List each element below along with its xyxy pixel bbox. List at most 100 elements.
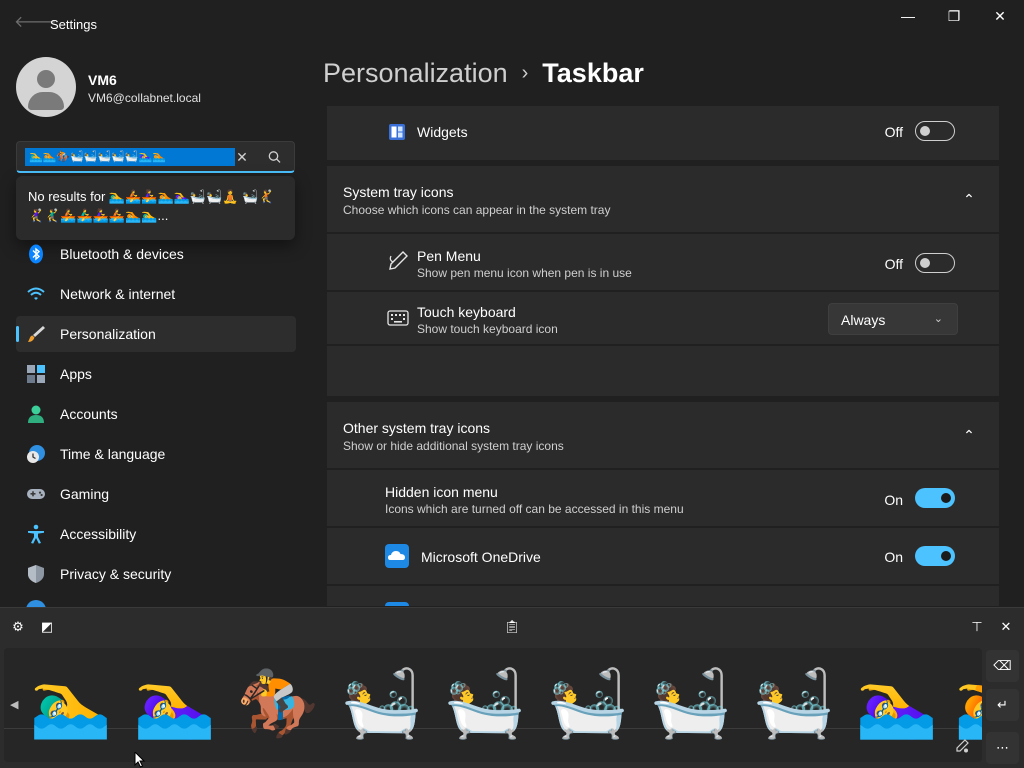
sidebar-item-gaming[interactable]: Gaming: [16, 476, 296, 512]
emoji-candidate[interactable]: 🛀: [751, 660, 837, 746]
system-tray-footer: [327, 346, 999, 396]
sidebar-item-windows-update[interactable]: [26, 600, 46, 607]
emoji-candidate[interactable]: 🏊‍♂️: [28, 660, 114, 746]
chevron-up-icon[interactable]: ⌃: [961, 191, 977, 207]
toggle-knob: [920, 258, 930, 268]
panel-close-icon[interactable]: ✕: [995, 616, 1017, 638]
search-box[interactable]: 🏊‍♂️🏊🏇🛀🛀🛀🛀🛀🏊‍♀️🏊 ✕: [16, 141, 295, 173]
sidebar-item-bluetooth[interactable]: Bluetooth & devices: [16, 236, 296, 272]
emoji-panel[interactable]: ⚙ ◩ 📋︎ ⊤ ✕ ◀ 🏊‍♂️ 🏊‍♀️ 🏇 🛀 🛀 🛀 🛀 🛀 🏊‍♀️ …: [0, 607, 1024, 768]
hidden-icon-menu-subtitle: Icons which are turned off can be access…: [385, 502, 684, 516]
emoji-candidate[interactable]: 🛀: [442, 660, 528, 746]
enter-key[interactable]: ↵: [986, 689, 1019, 721]
chevron-up-icon[interactable]: ⌃: [961, 427, 977, 443]
emoji-candidate-strip[interactable]: ◀ 🏊‍♂️ 🏊‍♀️ 🏇 🛀 🛀 🛀 🛀 🛀 🏊‍♀️ 🏊: [4, 648, 982, 762]
pen-menu-state-label: Off: [884, 256, 903, 272]
sidebar-item-accounts[interactable]: Accounts: [16, 396, 296, 432]
touch-keyboard-dropdown[interactable]: Always ⌄: [828, 303, 958, 335]
sidebar-item-label: Accessibility: [60, 526, 137, 542]
panel-sticker-icon[interactable]: ◩: [36, 616, 58, 638]
user-email: VM6@collabnet.local: [88, 91, 201, 105]
clipboard-icon[interactable]: 📋︎: [501, 616, 523, 638]
apps-icon: [26, 364, 46, 384]
settings-content[interactable]: Widgets Off System tray icons Choose whi…: [323, 106, 1003, 606]
onedrive-icon: [385, 544, 409, 568]
accounts-icon: [26, 404, 46, 424]
avatar-body: [28, 92, 64, 110]
other-tray-header[interactable]: Other system tray icons Show or hide add…: [327, 402, 999, 468]
sidebar-item-label: Apps: [60, 366, 92, 382]
scroll-left-icon[interactable]: ◀: [10, 698, 22, 712]
emoji-candidate[interactable]: 🛀: [648, 660, 734, 746]
widgets-state-label: Off: [884, 124, 903, 140]
touch-keyboard-title: Touch keyboard: [417, 304, 516, 320]
onedrive-title: Microsoft OneDrive: [421, 549, 541, 565]
avatar-head: [37, 70, 55, 88]
minimize-button[interactable]: —: [890, 6, 926, 28]
toggle-knob: [941, 551, 951, 561]
emoji-candidate[interactable]: 🏇: [235, 660, 321, 746]
title-bar: 🡐 Settings — ❐ ✕: [0, 0, 1024, 48]
sidebar-item-network[interactable]: Network & internet: [16, 276, 296, 312]
emoji-candidate[interactable]: 🛀: [339, 660, 425, 746]
panel-settings-icon[interactable]: ⚙: [7, 616, 29, 638]
chevron-down-icon: ⌄: [933, 313, 943, 325]
touch-keyboard-row[interactable]: Touch keyboard Show touch keyboard icon …: [327, 292, 999, 344]
search-no-results: No results for 🏊‍♂️🚣🚣‍♀️🏊🏊‍♀️🛀🛀🧘 🛀🤾🤾‍♀️🤾…: [16, 176, 295, 240]
system-tray-title: System tray icons: [343, 184, 454, 200]
more-options-key[interactable]: ⋯: [986, 732, 1019, 764]
sidebar-item-label: Privacy & security: [60, 566, 172, 582]
shield-icon: [26, 564, 46, 584]
sidebar-item-label: Time & language: [60, 446, 166, 462]
gamepad-icon: [26, 484, 46, 504]
back-button[interactable]: 🡐: [14, 13, 57, 33]
sidebar-item-label: Bluetooth & devices: [60, 246, 184, 262]
avatar[interactable]: [16, 57, 76, 117]
active-indicator: [16, 326, 19, 342]
clear-search-button[interactable]: ✕: [235, 148, 249, 166]
next-tray-row[interactable]: [327, 586, 999, 606]
pen-menu-subtitle: Show pen menu icon when pen is in use: [417, 266, 632, 280]
hidden-icon-menu-state-label: On: [884, 492, 903, 508]
dock-icon[interactable]: ⊤: [966, 616, 988, 638]
app-icon: [385, 602, 409, 606]
mouse-cursor-icon: [134, 750, 146, 768]
close-button[interactable]: ✕: [982, 6, 1018, 28]
emoji-candidate[interactable]: 🏊‍♀️: [132, 660, 218, 746]
pen-edit-icon[interactable]: [954, 738, 970, 754]
backspace-key[interactable]: ⌫: [986, 650, 1019, 682]
sidebar-item-personalization[interactable]: Personalization: [16, 316, 296, 352]
pen-menu-toggle[interactable]: [915, 253, 955, 273]
onedrive-row[interactable]: Microsoft OneDrive On: [327, 528, 999, 584]
hidden-icon-menu-row[interactable]: Hidden icon menu Icons which are turned …: [327, 470, 999, 526]
widgets-toggle[interactable]: [915, 121, 955, 141]
clock-globe-icon: [26, 444, 46, 464]
emoji-candidate[interactable]: 🛀: [545, 660, 631, 746]
other-tray-title: Other system tray icons: [343, 420, 491, 436]
pen-menu-row[interactable]: Pen Menu Show pen menu icon when pen is …: [327, 234, 999, 290]
emoji-candidate[interactable]: 🏊: [954, 660, 982, 746]
keyboard-icon: [387, 309, 409, 327]
emoji-candidate[interactable]: 🏊‍♀️: [854, 660, 940, 746]
wifi-icon: [26, 284, 46, 304]
widgets-row[interactable]: Widgets Off: [327, 106, 999, 160]
sidebar-item-accessibility[interactable]: Accessibility: [16, 516, 296, 552]
restore-button[interactable]: ❐: [936, 6, 972, 28]
touch-keyboard-subtitle: Show touch keyboard icon: [417, 322, 558, 336]
hidden-icon-menu-toggle[interactable]: [915, 488, 955, 508]
toggle-knob: [920, 126, 930, 136]
sidebar-item-label: Accounts: [60, 406, 118, 422]
toggle-knob: [941, 493, 951, 503]
hidden-icon-menu-title: Hidden icon menu: [385, 484, 498, 500]
sidebar-item-time-language[interactable]: Time & language: [16, 436, 296, 472]
sidebar-item-apps[interactable]: Apps: [16, 356, 296, 392]
system-tray-subtitle: Choose which icons can appear in the sys…: [343, 203, 611, 217]
sidebar-item-label: Gaming: [60, 486, 110, 502]
breadcrumb-parent[interactable]: Personalization: [323, 58, 508, 88]
onedrive-toggle[interactable]: [915, 546, 955, 566]
system-tray-header[interactable]: System tray icons Choose which icons can…: [327, 166, 999, 232]
search-input[interactable]: 🏊‍♂️🏊🏇🛀🛀🛀🛀🛀🏊‍♀️🏊: [25, 148, 235, 166]
sidebar-item-privacy[interactable]: Privacy & security: [16, 556, 296, 592]
user-name: VM6: [88, 72, 117, 88]
search-icon[interactable]: [267, 148, 283, 166]
